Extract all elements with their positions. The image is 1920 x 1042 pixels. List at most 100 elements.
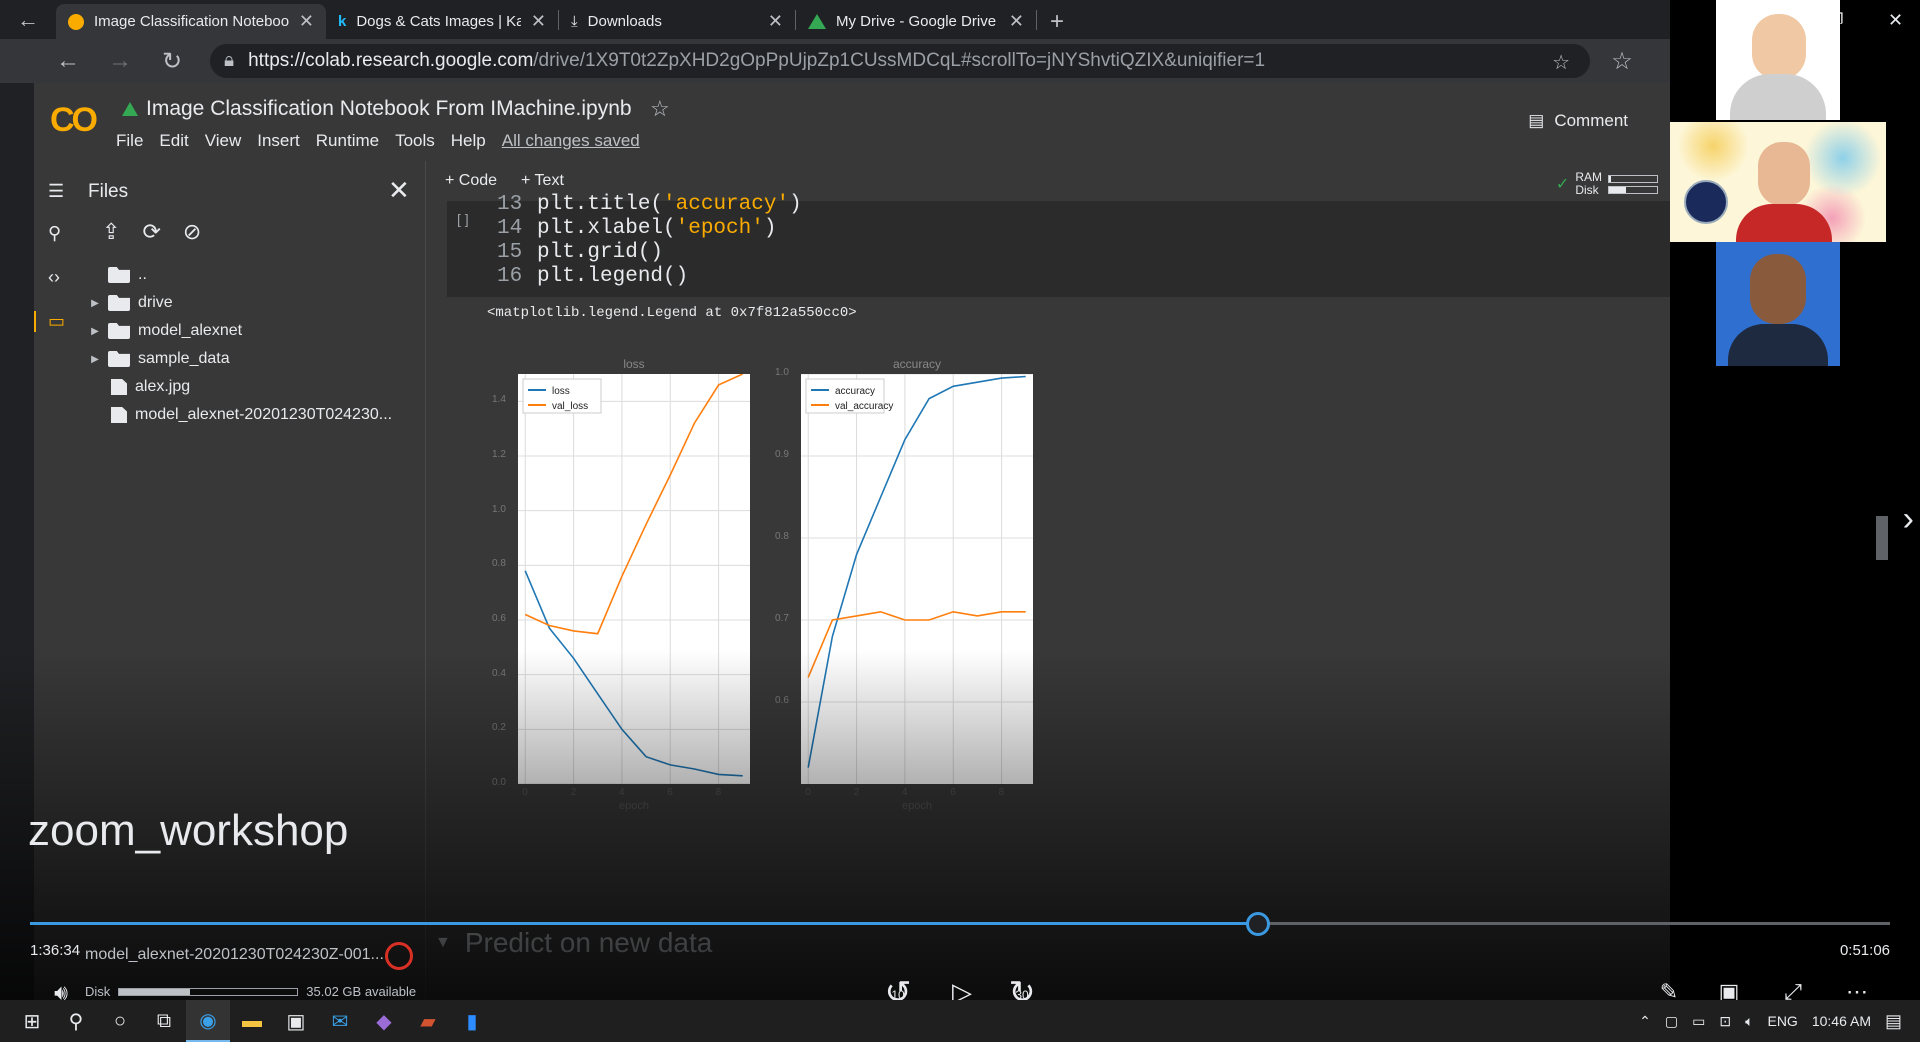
folder-up-icon — [108, 267, 130, 283]
comment-button[interactable]: ▤ Comment — [1528, 111, 1628, 131]
star-notebook-icon[interactable]: ☆ — [650, 96, 670, 122]
store-icon[interactable]: ▣ — [274, 1000, 318, 1042]
legend-label-loss: loss — [552, 386, 570, 397]
cortana-icon[interactable]: ○ — [98, 1000, 142, 1042]
folder-icon — [108, 323, 130, 339]
close-tab-icon[interactable]: ✕ — [1009, 11, 1024, 32]
tab-downloads[interactable]: ⤓ Downloads ✕ — [559, 4, 795, 39]
participant-video[interactable] — [1670, 122, 1886, 242]
participant-video[interactable] — [1716, 242, 1840, 366]
refresh-folder-icon[interactable]: ⟳ — [142, 219, 160, 245]
speaker-icon[interactable]: 🔈︎ — [1745, 1013, 1753, 1030]
tree-item-zip[interactable]: model_alexnet-20201230T024230... — [82, 401, 422, 429]
bookmark-star-icon[interactable]: ☆ — [1552, 50, 1570, 75]
ram-bar — [1608, 174, 1658, 183]
menu-file[interactable]: File — [116, 131, 143, 151]
meet-now-icon[interactable]: ▢ — [1665, 1013, 1678, 1030]
series-line-val_accuracy — [807, 610, 1026, 678]
close-tab-icon[interactable]: ✕ — [768, 11, 783, 32]
new-tab-button[interactable]: + — [1037, 4, 1077, 39]
scrollbar[interactable] — [1876, 516, 1888, 560]
expand-arrow-icon[interactable]: ▶ — [82, 326, 108, 337]
disk-usage-fill — [119, 988, 191, 995]
notifications-icon[interactable]: ▤ — [1885, 1011, 1902, 1032]
tree-item-up[interactable]: .. — [82, 261, 422, 289]
menu-tools[interactable]: Tools — [395, 131, 435, 151]
expand-arrow-icon[interactable]: ▶ — [82, 298, 108, 309]
code-editor[interactable]: 13 plt.title('accuracy') 14 plt.xlabel('ep… — [497, 193, 802, 289]
tab-kaggle[interactable]: k Dogs & Cats Images | Kaggle ✕ — [326, 4, 558, 39]
tree-item-model-alexnet[interactable]: ▶ model_alexnet — [82, 317, 422, 345]
back-button[interactable]: ← — [42, 39, 94, 83]
tab-drive[interactable]: My Drive - Google Drive ✕ — [796, 4, 1036, 39]
address-bar[interactable]: 🔒︎ https://colab.research.google.com/dri… — [210, 44, 1590, 78]
language-indicator[interactable]: ENG — [1767, 1013, 1797, 1029]
task-view-icon[interactable]: ⧉ — [142, 1000, 186, 1042]
code-snippets-icon[interactable]: ‹› — [48, 267, 60, 288]
table-of-contents-icon[interactable]: ☰ — [48, 181, 64, 202]
colab-logo: CO — [50, 101, 98, 139]
tree-item-alex-jpg[interactable]: alex.jpg — [82, 373, 422, 401]
add-text-button[interactable]: + Text — [521, 172, 564, 190]
windows-start-icon[interactable]: ⊞ — [10, 1000, 54, 1042]
menu-runtime[interactable]: Runtime — [316, 131, 379, 151]
x-tick-label: 4 — [618, 787, 625, 798]
seek-bar[interactable] — [30, 922, 1890, 925]
y-tick-label: 0.2 — [492, 722, 506, 734]
reload-button[interactable]: ↻ — [146, 39, 198, 83]
folder-icon — [108, 295, 130, 311]
powerpoint-icon[interactable]: ▰ — [406, 1000, 450, 1042]
tree-item-label: .. — [138, 266, 147, 283]
file-explorer-icon[interactable]: ▬ — [230, 1000, 274, 1042]
forward-button[interactable]: → — [94, 39, 146, 83]
participant-video[interactable] — [1716, 0, 1840, 120]
tray-expand-icon[interactable]: ⌃ — [1639, 1013, 1651, 1030]
close-window-icon[interactable]: ✕ — [1888, 10, 1903, 31]
expand-arrow-icon[interactable]: ▶ — [82, 354, 108, 365]
tree-item-sample-data[interactable]: ▶ sample_data — [82, 345, 422, 373]
x-tick-label: 2 — [853, 787, 860, 798]
unmount-drive-icon[interactable]: ⊘ — [183, 219, 201, 245]
menu-edit[interactable]: Edit — [159, 131, 188, 151]
avatar — [1758, 142, 1810, 206]
upload-icon[interactable]: ⇪ — [102, 219, 120, 245]
close-tab-icon[interactable]: ✕ — [531, 11, 546, 32]
legend-label-val_accuracy: val_accuracy — [835, 401, 893, 412]
battery-icon[interactable]: ▭ — [1692, 1013, 1705, 1030]
tab-title: My Drive - Google Drive — [836, 13, 997, 30]
folder-icon — [108, 351, 130, 367]
search-icon[interactable]: ⚲ — [54, 1000, 98, 1042]
chevron-right-icon[interactable]: › — [1903, 500, 1914, 539]
folder-icon[interactable]: ▭ — [34, 311, 65, 332]
network-icon[interactable]: ⊡ — [1719, 1013, 1731, 1030]
legend-label-val_loss: val_loss — [552, 401, 588, 412]
download-icon: ⤓ — [571, 13, 578, 30]
menu-view[interactable]: View — [205, 131, 242, 151]
menu-insert[interactable]: Insert — [257, 131, 300, 151]
back-arrow-icon[interactable]: ← — [0, 0, 56, 39]
save-status-link[interactable]: All changes saved — [502, 131, 640, 151]
zoom-icon[interactable]: ▮ — [450, 1000, 494, 1042]
tree-item-drive[interactable]: ▶ drive — [82, 289, 422, 317]
run-cell-button[interactable]: [ ] — [457, 211, 469, 227]
close-tab-icon[interactable]: ✕ — [299, 11, 314, 32]
menu-help[interactable]: Help — [451, 131, 486, 151]
seek-handle[interactable] — [1245, 912, 1270, 936]
recording-label: zoom_workshop — [28, 806, 349, 855]
mail-icon[interactable]: ✉ — [318, 1000, 362, 1042]
code-line: 15 plt.grid() — [497, 241, 802, 265]
resource-monitor[interactable]: ✓ RAM Disk — [1556, 171, 1658, 197]
code-cell[interactable]: [ ] 13 plt.title('accuracy') 14 plt.xlabel… — [447, 193, 1670, 297]
search-icon[interactable]: ⚲ — [48, 223, 61, 244]
close-icon[interactable]: ✕ — [388, 175, 410, 206]
add-code-button[interactable]: + Code — [445, 172, 497, 190]
colab-app: CO Image Classification Notebook From IM… — [34, 83, 1670, 1000]
notebook-title[interactable]: Image Classification Notebook From IMach… — [122, 97, 632, 121]
elapsed-time: 1:36:34 — [30, 942, 81, 959]
edge-icon[interactable]: ◉ — [186, 1000, 230, 1042]
x-tick-label: 0 — [522, 787, 528, 798]
clock[interactable]: 10:46 AM — [1812, 1013, 1871, 1029]
tab-colab[interactable]: Image Classification Notebook F ✕ — [56, 4, 326, 39]
visual-studio-icon[interactable]: ◆ — [362, 1000, 406, 1042]
favorites-icon[interactable]: ☆ — [1596, 39, 1648, 83]
